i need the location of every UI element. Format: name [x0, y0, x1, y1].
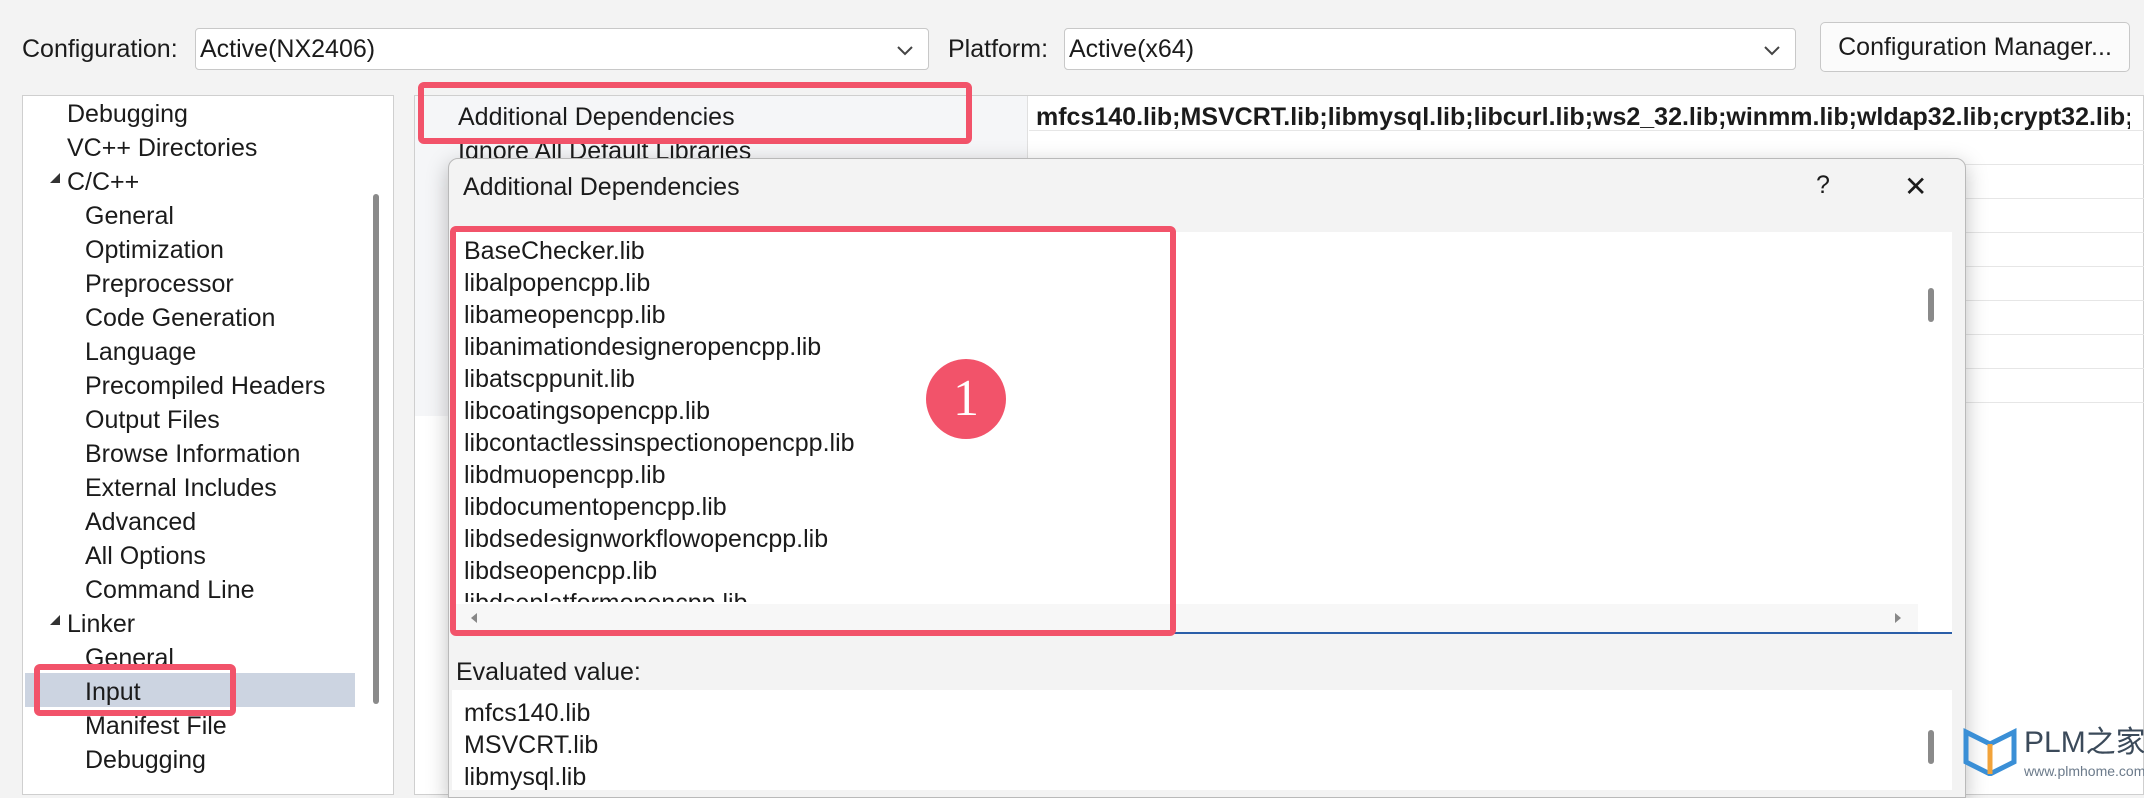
- evaluated-scrollbar[interactable]: [1928, 730, 1934, 764]
- evaluated-value-label: Evaluated value:: [456, 658, 641, 686]
- evaluated-line: mfcs140.lib: [464, 699, 591, 727]
- tree-item-linker[interactable]: Linker: [67, 607, 135, 641]
- configuration-manager-button[interactable]: Configuration Manager...: [1820, 22, 2130, 72]
- tree-item-advanced[interactable]: Advanced: [85, 505, 196, 539]
- close-icon[interactable]: ✕: [1904, 170, 1927, 204]
- evaluated-value-box[interactable]: [452, 690, 1952, 790]
- tree-item-preprocessor[interactable]: Preprocessor: [85, 267, 234, 301]
- watermark-url: www.plmhome.com: [2024, 763, 2144, 779]
- tree-item-external-includes[interactable]: External Includes: [85, 471, 277, 505]
- tree-item-all-options[interactable]: All Options: [85, 539, 206, 573]
- platform-dropdown[interactable]: Active(x64): [1064, 28, 1796, 70]
- property-value-additional-dependencies[interactable]: mfcs140.lib;MSVCRT.lib;libmysql.lib;libc…: [1036, 100, 2130, 134]
- tree-item-code-generation[interactable]: Code Generation: [85, 301, 275, 335]
- evaluated-line: libmysql.lib: [464, 763, 587, 791]
- platform-label: Platform:: [948, 35, 1049, 63]
- tree-item-vc-directories[interactable]: VC++ Directories: [67, 131, 257, 165]
- tree-item-command-line[interactable]: Command Line: [85, 573, 255, 607]
- tree-item-linker-debugging[interactable]: Debugging: [85, 743, 206, 777]
- chevron-down-icon: [1764, 46, 1780, 56]
- step-badge: 1: [926, 359, 1006, 439]
- dialog-title: Additional Dependencies: [463, 173, 740, 201]
- platform-value: Active(x64): [1069, 35, 1195, 63]
- help-icon[interactable]: ?: [1816, 168, 1830, 202]
- configuration-dropdown[interactable]: Active(NX2406): [195, 28, 929, 70]
- scroll-right-icon[interactable]: [1892, 612, 1904, 624]
- evaluated-line: MSVCRT.lib: [464, 731, 599, 759]
- highlight-box-input: [34, 664, 236, 716]
- chevron-down-icon: [897, 46, 913, 56]
- tree-item-optimization[interactable]: Optimization: [85, 233, 224, 267]
- tree-scrollbar[interactable]: [373, 194, 379, 704]
- expand-triangle-icon[interactable]: [49, 614, 61, 626]
- tree-item-browse-information[interactable]: Browse Information: [85, 437, 300, 471]
- tree-item-general[interactable]: General: [85, 199, 174, 233]
- tree-item-debugging[interactable]: Debugging: [67, 97, 188, 131]
- configuration-label: Configuration:: [22, 35, 178, 63]
- expand-triangle-icon[interactable]: [49, 172, 61, 184]
- plm-logo-icon: [1963, 727, 2017, 776]
- tree-item-output-files[interactable]: Output Files: [85, 403, 220, 437]
- configuration-value: Active(NX2406): [200, 35, 376, 63]
- tree-item-precompiled-headers[interactable]: Precompiled Headers: [85, 369, 325, 403]
- tree-item-cpp[interactable]: C/C++: [67, 165, 139, 199]
- watermark-brand: PLM之家: [2024, 726, 2144, 759]
- highlight-box-libraries: [450, 226, 1176, 636]
- tree-item-language[interactable]: Language: [85, 335, 196, 369]
- highlight-box-additional-dependencies: [418, 82, 972, 144]
- dialog-vertical-scrollbar[interactable]: [1928, 288, 1934, 322]
